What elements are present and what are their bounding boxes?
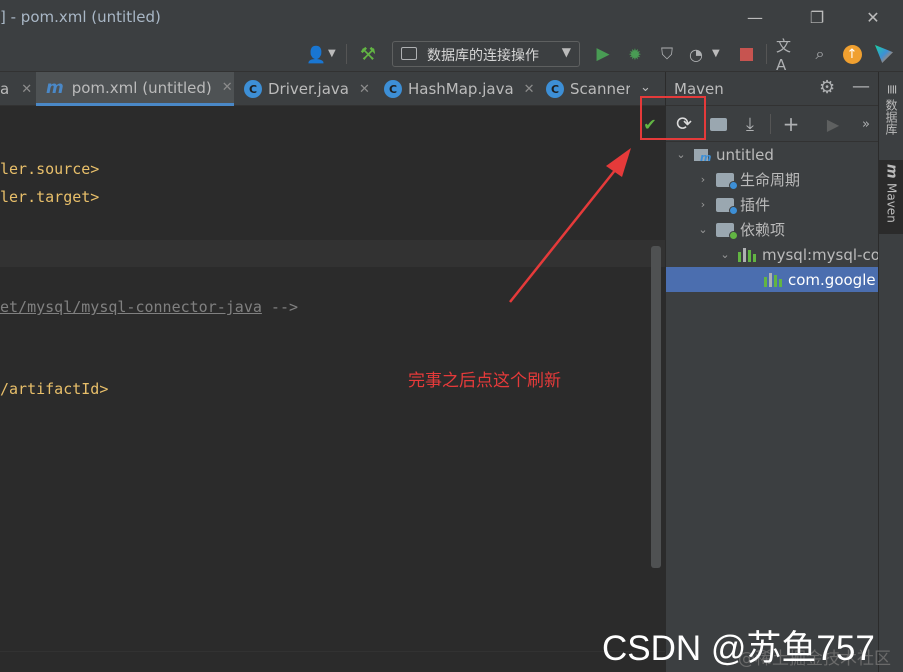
annotation-text: 完事之后点这个刷新 bbox=[408, 371, 561, 391]
watermark: CSDN @苏鱼757 bbox=[602, 629, 875, 668]
annotation-arrow bbox=[509, 148, 631, 303]
